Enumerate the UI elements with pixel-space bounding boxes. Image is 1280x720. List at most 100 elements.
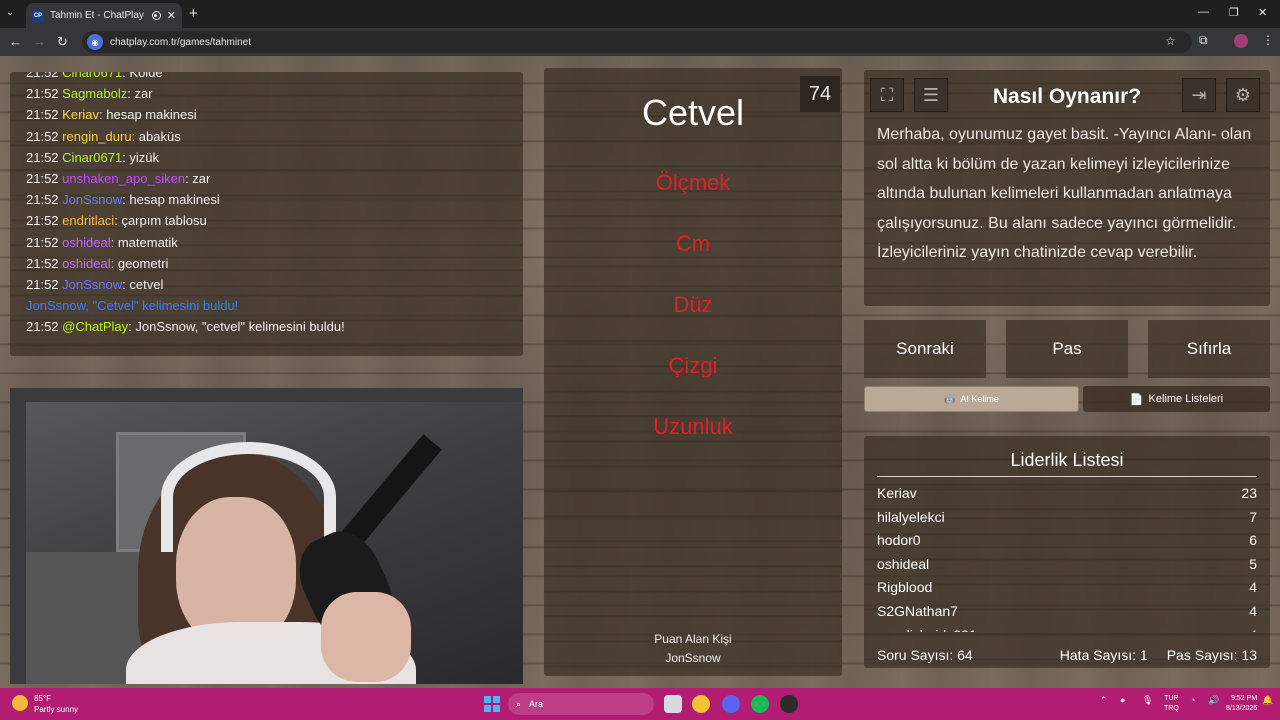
browser-tab[interactable]: CP Tahmin Et - ChatPlay ✕ (26, 3, 182, 28)
restore-icon[interactable]: ❐ (1229, 6, 1239, 19)
menu-icon[interactable]: ⋮ (1262, 33, 1274, 47)
profile-avatar[interactable] (1234, 34, 1248, 48)
chat-username[interactable]: unshaken_apo_siken (62, 171, 185, 186)
clock-time: 9:52 PM (1231, 695, 1258, 702)
chat-panel: 21:52 Cinar0671: Kolde 21:52 Sagmabolz: z… (10, 72, 523, 356)
leaderboard-name: S2GNathan7 (877, 603, 958, 619)
leaderboard-row: S2GNathan7 4 (877, 600, 1257, 624)
reset-button[interactable]: Sıfırla (1148, 320, 1270, 378)
tab-word-lists[interactable]: 📄 Kelime Listeleri (1083, 386, 1270, 412)
language-indicator[interactable]: TUR TRQ (1164, 694, 1179, 714)
microphone-icon[interactable]: 🎙 (1142, 695, 1153, 706)
obs-icon[interactable] (780, 695, 798, 713)
chat-message: 21:52 unshaken_apo_siken: zar (26, 170, 211, 186)
chat-text: Kolde (129, 72, 163, 80)
clock[interactable]: 9:52 PM 8/13/2026 (1226, 694, 1257, 714)
tab-ai-word[interactable]: 🤖 AI Kelime (864, 386, 1079, 412)
chat-text: , "Cetvel" kelimesini buldu! (85, 298, 239, 314)
chat-username[interactable]: Cinar0671 (62, 150, 122, 165)
leaderboard-row: Keriav 23 (877, 482, 1257, 506)
chat-message: 21:52 Cinar0671: Kolde (26, 72, 523, 83)
clock-date: 8/13/2026 (1226, 705, 1258, 712)
tray-app-icon[interactable]: ● (1120, 695, 1125, 705)
chat-username[interactable]: JonSsnow (62, 192, 122, 207)
leaderboard-name: Keriav (877, 485, 917, 501)
tray-chevron-icon[interactable]: ⌃ (1100, 695, 1108, 706)
close-window-icon[interactable]: ✕ (1258, 6, 1267, 19)
volume-icon[interactable]: 🔊 (1208, 695, 1219, 706)
fullscreen-icon[interactable]: ⛶ (870, 78, 904, 112)
chat-text: çarpım tablosu (121, 213, 207, 229)
address-bar[interactable]: ◉ chatplay.com.tr/games/tahminet (82, 31, 1192, 53)
notifications-icon[interactable]: 🔔 (1262, 695, 1273, 706)
forbidden-word: Uzunluk (653, 414, 733, 439)
next-button[interactable]: Sonraki (864, 320, 986, 378)
chat-message: 21:52 Cinar0671: yizük (26, 149, 160, 165)
leaderboard-row: swedishgirls321 4 (877, 624, 1257, 632)
chat-username[interactable]: endritlaci (62, 213, 114, 228)
weather-sun-icon (12, 695, 28, 711)
chat-username[interactable]: Keriav (62, 107, 99, 122)
chrome-icon[interactable] (692, 695, 710, 713)
pass-button[interactable]: Pas (1006, 320, 1128, 378)
browser-tabstrip: ⌄ CP Tahmin Et - ChatPlay ✕ + — ❐ ✕ (0, 0, 1280, 28)
chat-username[interactable]: oshideal (62, 235, 110, 250)
extensions-icon[interactable]: ⧉ (1199, 33, 1208, 48)
chat-username[interactable]: Cinar0671 (62, 72, 122, 80)
start-button[interactable] (484, 696, 500, 712)
pass-count: Pas Sayısı: 13 (1166, 647, 1257, 663)
tab-title: Tahmin Et - ChatPlay (50, 10, 144, 21)
forbidden-word: Çizgi (668, 353, 718, 378)
chat-username[interactable]: rengin_duru (62, 129, 131, 144)
chat-message: 21:52 endritlaci: çarpım tablosu (26, 213, 207, 229)
leaderboard-score: 4 (1249, 579, 1257, 596)
taskbar-search[interactable]: ⌕ Ara (508, 693, 654, 715)
chat-text: JonSsnow, "cetvel" kelimesini buldu! (135, 319, 345, 335)
leaderboard-name: oshideal (877, 555, 930, 572)
notepad-icon: 📄 (1129, 393, 1144, 406)
language-code: TUR (1164, 695, 1179, 702)
spotify-icon[interactable] (751, 695, 769, 713)
tab-search-icon[interactable]: ⌄ (6, 7, 14, 18)
close-tab-icon[interactable]: ✕ (167, 9, 176, 22)
chat-message: 21:52 @ChatPlay: JonSsnow, "cetvel" keli… (26, 319, 345, 335)
chat-username[interactable]: JonSsnow (26, 298, 85, 313)
leaderboard-name: swedishgirls321 (877, 624, 977, 632)
chat-message: 21:52 oshideal: geometri (26, 255, 169, 271)
url-text: chatplay.com.tr/games/tahminet (110, 36, 251, 48)
forbidden-word: Cm (675, 231, 711, 256)
reload-icon[interactable]: ↻ (57, 34, 68, 50)
new-tab-button[interactable]: + (189, 5, 198, 22)
leaderboard-score: 5 (1249, 555, 1257, 572)
leaderboard-score: 4 (1249, 624, 1257, 632)
chat-text: abaküs (138, 128, 181, 144)
exit-icon[interactable]: ⇥ (1182, 78, 1216, 112)
discord-icon[interactable] (722, 695, 740, 713)
leaderboard-name: hodor0 (877, 532, 921, 549)
minimize-icon[interactable]: — (1198, 6, 1209, 18)
bookmark-star-icon[interactable]: ☆ (1165, 34, 1176, 48)
tab-ai-label: AI Kelime (960, 394, 999, 404)
back-icon[interactable]: ← (9, 34, 22, 49)
leaderboard-name: hilalyelekci (877, 508, 945, 525)
keyboard-code: TRQ (1164, 705, 1179, 712)
wifi-icon[interactable]: ◔ (1190, 695, 1195, 705)
weather-widget[interactable]: 85°F Partly sunny (12, 693, 78, 715)
weather-desc: Partly sunny (34, 705, 79, 714)
notes-icon[interactable]: ☰ (914, 78, 948, 112)
forward-icon[interactable]: → (33, 34, 46, 49)
chat-time: 21:52 (26, 128, 59, 144)
leaderboard-name: Rigblood (877, 579, 933, 596)
leaderboard-title: Liderlik Listesi (877, 450, 1257, 477)
chat-username[interactable]: JonSsnow (62, 277, 122, 292)
chat-username[interactable]: @ChatPlay (62, 319, 128, 334)
settings-gear-icon[interactable]: ⚙ (1226, 78, 1260, 112)
chat-username[interactable]: Sagmabolz (62, 86, 127, 101)
chat-message: 21:52 JonSsnow: hesap makinesi (26, 192, 220, 208)
chat-username[interactable]: oshideal (62, 256, 110, 271)
leaderboard-row: hilalyelekci 7 (877, 506, 1257, 530)
forbidden-word: Ölçmek (655, 170, 731, 195)
leaderboard-score: 6 (1249, 532, 1257, 549)
task-view-icon[interactable] (664, 695, 682, 713)
site-info-icon[interactable]: ◉ (87, 34, 103, 50)
